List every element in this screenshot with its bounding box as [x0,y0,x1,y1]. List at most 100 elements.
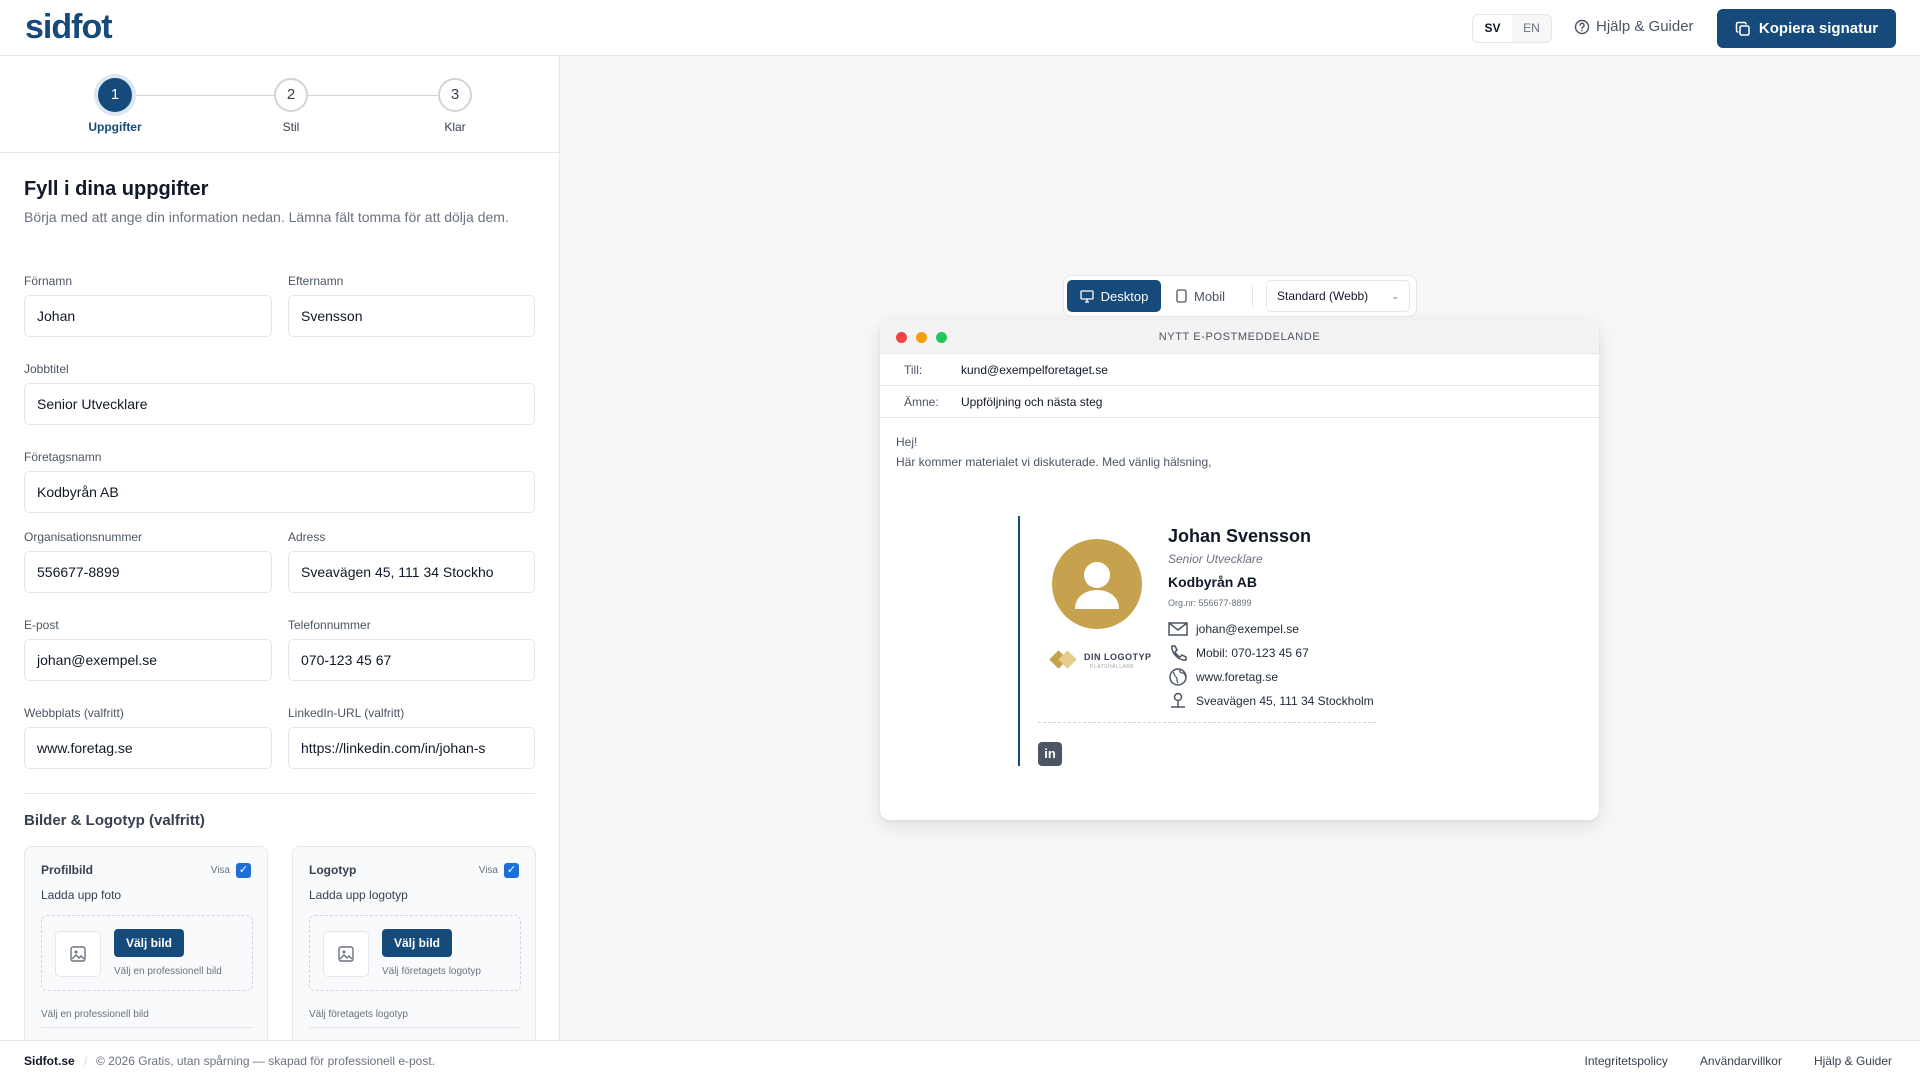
logo-text: DIN LOGOTYP [1084,652,1152,662]
signature-address: Sveavägen 45, 111 34 Stockholm [1196,694,1374,708]
step-3[interactable]: 3 Klar [415,78,495,134]
job-title-input[interactable]: Senior Utvecklare [24,383,535,425]
card-title: Logotyp [309,863,357,877]
card-footer-text: Välj en professionell bild [41,1009,149,1020]
footer-copyright: © 2026 Gratis, utan spårning — skapad fö… [96,1054,436,1068]
signature-email-line: johan@exempel.se [1168,620,1299,638]
signature-address-line: Sveavägen 45, 111 34 Stockholm [1168,692,1374,710]
step-number: 3 [438,78,472,112]
email-preview-window: NYTT E-POSTMEDDELANDE Till: kund@exempel… [880,320,1599,820]
sidfot-logo[interactable]: sidfot [25,8,113,47]
upload-dropzone[interactable]: Välj bild Välj en professionell bild [41,915,253,991]
section-divider [24,793,535,794]
choose-image-button[interactable]: Välj bild [114,929,184,957]
phone-label: Telefonnummer [288,618,371,632]
company-label: Företagsnamn [24,450,102,464]
footer-help-link[interactable]: Hjälp & Guider [1814,1054,1892,1068]
top-header: sidfot SV EN Hjälp & Guider Kopiera sign… [0,0,1920,56]
company-logo: DIN LOGOTYP PLATSHÅLLARE [1046,646,1156,676]
select-value: Standard (Webb) [1277,289,1369,303]
privacy-policy-link[interactable]: Integritetspolicy [1585,1054,1668,1068]
copy-signature-label: Kopiera signatur [1758,20,1879,37]
website-input[interactable]: www.foretag.se [24,727,272,769]
signature-email: johan@exempel.se [1196,622,1299,636]
copy-icon [1735,21,1750,36]
globe-icon [1169,668,1187,686]
org-number-label: Organisationsnummer [24,530,143,544]
email-label: E-post [24,618,59,632]
org-number-input[interactable]: 556677-8899 [24,551,272,593]
desktop-view-button[interactable]: Desktop [1067,280,1161,312]
upload-label: Ladda upp foto [41,888,122,902]
toolbar-divider [1252,286,1253,308]
step-2[interactable]: 2 Stil [251,78,331,134]
checkbox-checked-icon[interactable]: ✓ [236,863,251,878]
choose-image-button[interactable]: Välj bild [382,929,452,957]
chevron-down-icon: ⌄ [1391,291,1399,301]
copy-signature-button[interactable]: Kopiera signatur [1717,9,1896,48]
show-label: Visa [478,865,498,876]
show-label: Visa [210,865,230,876]
signature-title: Senior Utvecklare [1168,552,1263,566]
signature-name: Johan Svensson [1168,526,1312,546]
signature-phone-line: Mobil: 070-123 45 67 [1168,644,1309,662]
card-divider [309,1027,521,1028]
logo-subtext: PLATSHÅLLARE [1090,664,1135,670]
image-placeholder-icon [323,931,369,977]
linkedin-label: LinkedIn-URL (valfritt) [288,706,405,720]
signature-web: www.foretag.se [1196,670,1279,684]
mobile-label: Mobil [1194,288,1226,304]
upload-dropzone[interactable]: Välj bild Välj företagets logotyp [309,915,521,991]
mobile-view-button[interactable]: Mobil [1176,280,1225,312]
company-input[interactable]: Kodbyrån AB [24,471,535,513]
logo-card: Logotyp Visa ✓ Ladda upp logotyp Välj bil… [292,846,536,1040]
email-input[interactable]: johan@exempel.se [24,639,272,681]
help-guides-link[interactable]: Hjälp & Guider [1574,18,1694,35]
phone-input[interactable]: 070-123 45 67 [288,639,535,681]
step-1[interactable]: 1 Uppgifter [75,78,155,134]
to-label: Till: [904,363,923,377]
address-input[interactable]: Sveavägen 45, 111 34 Stockho [288,551,535,593]
checkbox-checked-icon[interactable]: ✓ [504,863,519,878]
linkedin-input[interactable]: https://linkedin.com/in/johan-s [288,727,535,769]
lang-sv-button[interactable]: SV [1473,15,1512,42]
to-value: kund@exempelforetaget.se [961,363,1108,377]
location-pin-icon [1171,692,1185,708]
last-name-input[interactable]: Svensson [288,295,535,337]
step-label: Stil [282,120,300,134]
address-label: Adress [288,530,326,544]
signature-company: Kodbyrån AB [1168,574,1257,590]
form-panel: 1 Uppgifter 2 Stil 3 Klar Fyll i dina up… [0,56,560,1040]
subject-row: Ämne: Uppföljning och nästa steg [880,386,1599,418]
upload-hint: Välj en professionell bild [114,966,222,977]
monitor-icon [1079,289,1094,303]
footer-brand[interactable]: Sidfot.se [24,1054,75,1068]
footer-separator: / [84,1054,88,1068]
details-form-header: Fyll i dina uppgifter Börja med att ange… [24,178,535,227]
first-name-input[interactable]: Johan [24,295,272,337]
signature-accent-line [1018,516,1020,766]
envelope-icon [1168,622,1188,636]
lang-en-button[interactable]: EN [1512,15,1551,42]
first-name-label: Förnamn [24,274,73,288]
subject-label: Ämne: [904,395,939,409]
website-label: Webbplats (valfritt) [24,706,124,720]
to-row: Till: kund@exempelforetaget.se [880,354,1599,386]
signature-web-line: www.foretag.se [1168,668,1278,686]
show-toggle[interactable]: Visa ✓ [211,863,251,878]
linkedin-icon[interactable]: in [1038,742,1062,766]
form-title: Fyll i dina uppgifter [24,178,209,200]
subject-value: Uppföljning och nästa steg [961,395,1103,409]
help-label: Hjälp & Guider [1596,18,1694,35]
email-body: Hej! Här kommer materialet vi diskuterad… [880,418,1599,486]
form-subtitle: Börja med att ange din information nedan… [24,209,509,225]
card-title: Profilbild [41,863,93,877]
terms-link[interactable]: Användarvillkor [1700,1054,1782,1068]
greeting-text: Hej! [896,435,918,449]
job-title-label: Jobbtitel [24,362,69,376]
profile-image-card: Profilbild Visa ✓ Ladda upp foto Välj bil… [24,846,268,1040]
client-style-select[interactable]: Standard (Webb) ⌄ [1266,280,1410,312]
language-switcher: SV EN [1472,14,1552,43]
body-text: Här kommer materialet vi diskuterade. Me… [896,455,1212,469]
show-toggle[interactable]: Visa ✓ [479,863,519,878]
